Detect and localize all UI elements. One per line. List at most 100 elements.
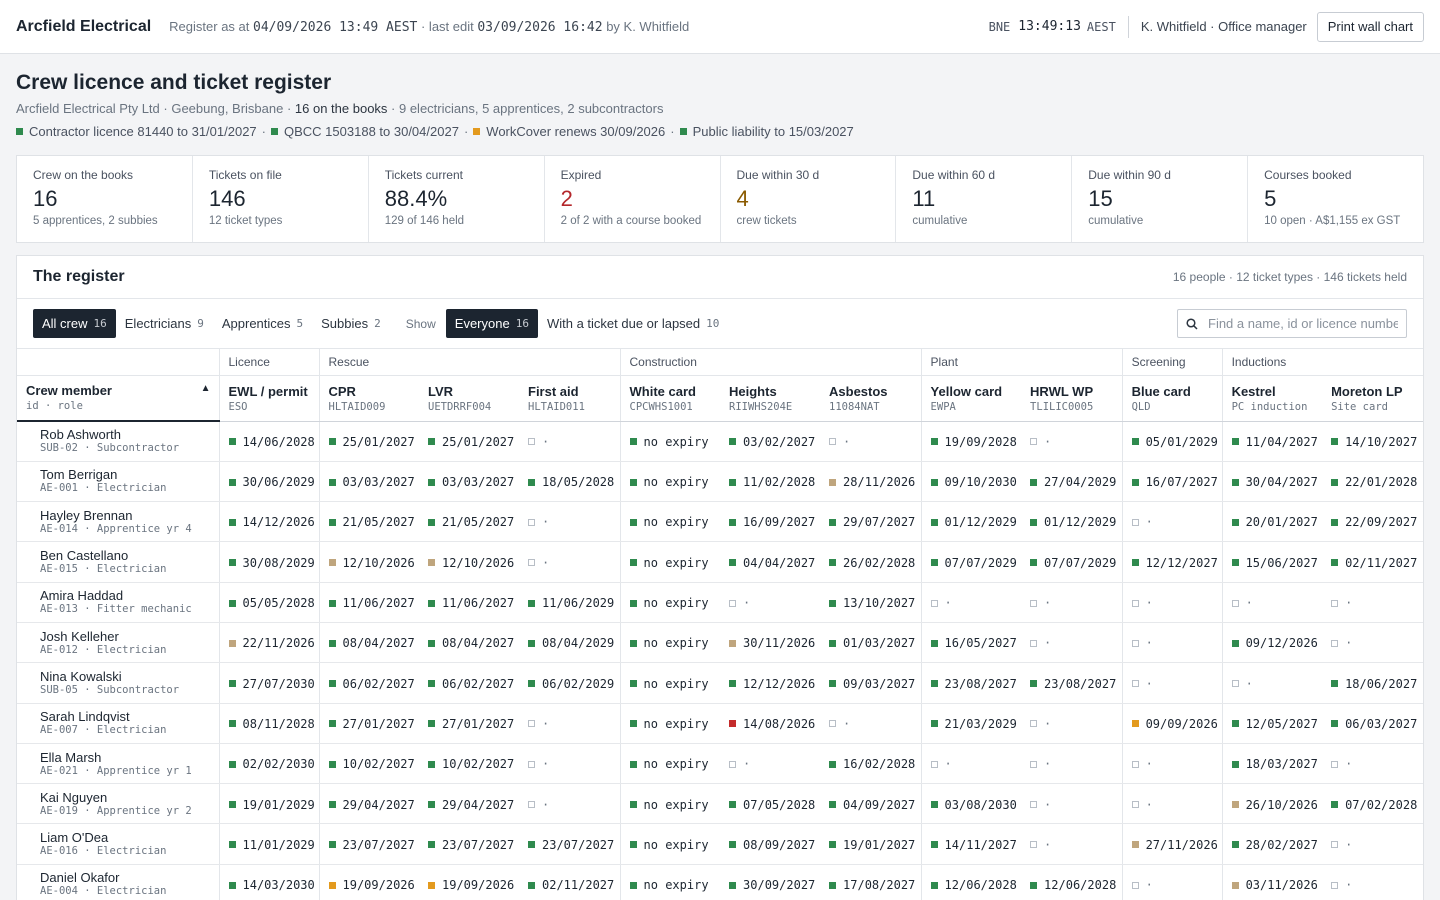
ticket-cell[interactable]: 29/04/2027: [419, 783, 519, 825]
table-row[interactable]: Liam O'Dea AE-016 · Electrician 11/01/2029…: [17, 823, 1424, 865]
ticket-cell[interactable]: 09/12/2026: [1221, 622, 1323, 664]
ticket-cell[interactable]: ·: [1021, 823, 1123, 865]
ticket-cell[interactable]: 27/11/2026: [1121, 823, 1223, 865]
ticket-cell[interactable]: 17/08/2027: [820, 864, 922, 900]
ticket-cell[interactable]: ·: [820, 421, 922, 462]
ticket-cell[interactable]: ·: [720, 743, 821, 785]
ticket-cell[interactable]: 27/07/2030: [219, 662, 319, 704]
ticket-cell[interactable]: 08/09/2027: [720, 823, 821, 865]
ticket-cell[interactable]: 30/08/2029: [219, 541, 319, 583]
show-filter-chip[interactable]: With a ticket due or lapsed 10: [538, 309, 728, 338]
ticket-cell[interactable]: 04/04/2027: [720, 541, 821, 583]
ticket-cell[interactable]: 05/05/2028: [219, 582, 319, 623]
ticket-cell[interactable]: ·: [1121, 662, 1223, 704]
ticket-cell[interactable]: 23/07/2027: [519, 823, 621, 865]
ticket-cell[interactable]: ·: [1121, 582, 1223, 623]
ticket-cell[interactable]: 18/05/2028: [519, 461, 621, 503]
ticket-cell[interactable]: 06/02/2027: [318, 662, 419, 704]
ticket-column-header[interactable]: EWL / permit ESO: [218, 375, 319, 422]
ticket-column-header[interactable]: Heights RIIWHS204E: [720, 375, 821, 422]
ticket-cell[interactable]: no expiry: [619, 622, 721, 664]
ticket-cell[interactable]: ·: [1021, 421, 1123, 462]
ticket-cell[interactable]: ·: [820, 703, 922, 744]
table-row[interactable]: Ben Castellano AE-015 · Electrician 30/08/…: [17, 541, 1424, 583]
ticket-cell[interactable]: ·: [1121, 743, 1223, 785]
ticket-cell[interactable]: 18/06/2027: [1322, 662, 1424, 704]
ticket-cell[interactable]: 29/04/2027: [318, 783, 419, 825]
ticket-cell[interactable]: 03/08/2030: [920, 783, 1022, 825]
role-filter-chip[interactable]: Electricians 9: [116, 309, 213, 338]
ticket-cell[interactable]: 28/02/2027: [1221, 823, 1323, 865]
ticket-cell[interactable]: 16/09/2027: [720, 501, 821, 543]
ticket-cell[interactable]: 11/02/2028: [720, 461, 821, 503]
table-row[interactable]: Sarah Lindqvist AE-007 · Electrician 08/11…: [17, 703, 1424, 744]
table-row[interactable]: Kai Nguyen AE-019 · Apprentice yr 2 19/01/…: [17, 783, 1424, 825]
table-row[interactable]: Nina Kowalski SUB-05 · Subcontractor 27/07…: [17, 662, 1424, 704]
ticket-cell[interactable]: 18/03/2027: [1221, 743, 1323, 785]
ticket-cell[interactable]: ·: [519, 743, 621, 785]
crew-member-cell[interactable]: Ben Castellano AE-015 · Electrician: [17, 541, 220, 583]
ticket-cell[interactable]: 27/04/2029: [1021, 461, 1123, 503]
ticket-cell[interactable]: 27/01/2027: [318, 703, 419, 744]
ticket-cell[interactable]: ·: [920, 743, 1022, 785]
ticket-column-header[interactable]: CPR HLTAID009: [318, 375, 419, 422]
ticket-column-header[interactable]: Asbestos 11084NAT: [820, 375, 922, 422]
ticket-cell[interactable]: ·: [519, 501, 621, 543]
ticket-cell[interactable]: 14/12/2026: [219, 501, 319, 543]
ticket-cell[interactable]: 12/10/2026: [318, 541, 419, 583]
role-filter-chip[interactable]: Subbies 2: [312, 309, 390, 338]
show-filter-chip[interactable]: Everyone 16: [445, 309, 538, 338]
ticket-cell[interactable]: ·: [1121, 783, 1223, 825]
ticket-cell[interactable]: 23/08/2027: [920, 662, 1022, 704]
ticket-cell[interactable]: 25/01/2027: [419, 421, 519, 462]
current-user[interactable]: K. Whitfield · Office manager: [1141, 19, 1307, 34]
ticket-column-header[interactable]: LVR UETDRRF004: [419, 375, 519, 422]
ticket-cell[interactable]: 12/06/2028: [1021, 864, 1123, 900]
ticket-cell[interactable]: 19/09/2026: [419, 864, 519, 900]
ticket-cell[interactable]: 21/05/2027: [419, 501, 519, 543]
ticket-cell[interactable]: 01/12/2029: [920, 501, 1022, 543]
ticket-cell[interactable]: ·: [519, 421, 621, 462]
ticket-cell[interactable]: 26/10/2026: [1221, 783, 1323, 825]
ticket-cell[interactable]: ·: [519, 783, 621, 825]
ticket-cell[interactable]: 03/03/2027: [318, 461, 419, 503]
ticket-cell[interactable]: 16/07/2027: [1121, 461, 1223, 503]
ticket-column-header[interactable]: Moreton LP Site card: [1322, 375, 1424, 422]
ticket-cell[interactable]: 09/09/2026: [1121, 703, 1223, 744]
ticket-cell[interactable]: 11/06/2027: [318, 582, 419, 623]
ticket-cell[interactable]: 14/03/2030: [219, 864, 319, 900]
ticket-cell[interactable]: 03/02/2027: [720, 421, 821, 462]
ticket-cell[interactable]: 15/06/2027: [1221, 541, 1323, 583]
ticket-cell[interactable]: ·: [1322, 823, 1424, 865]
ticket-cell[interactable]: ·: [1021, 743, 1123, 785]
ticket-cell[interactable]: 30/11/2026: [720, 622, 821, 664]
ticket-cell[interactable]: 11/01/2029: [219, 823, 319, 865]
ticket-cell[interactable]: ·: [1121, 622, 1223, 664]
ticket-cell[interactable]: 22/09/2027: [1322, 501, 1424, 543]
ticket-cell[interactable]: no expiry: [619, 783, 721, 825]
ticket-cell[interactable]: 02/11/2027: [1322, 541, 1424, 583]
ticket-cell[interactable]: 14/08/2026: [720, 703, 821, 744]
ticket-cell[interactable]: 23/07/2027: [318, 823, 419, 865]
ticket-cell[interactable]: no expiry: [619, 864, 721, 900]
crew-member-cell[interactable]: Amira Haddad AE-013 · Fitter mechanic: [17, 582, 220, 623]
table-row[interactable]: Josh Kelleher AE-012 · Electrician 22/11/2…: [17, 622, 1424, 664]
ticket-cell[interactable]: 22/01/2028: [1322, 461, 1424, 503]
ticket-cell[interactable]: ·: [1121, 501, 1223, 543]
ticket-cell[interactable]: 20/01/2027: [1221, 501, 1323, 543]
crew-member-cell[interactable]: Nina Kowalski SUB-05 · Subcontractor: [17, 662, 220, 704]
ticket-cell[interactable]: no expiry: [619, 743, 721, 785]
ticket-cell[interactable]: no expiry: [619, 501, 721, 543]
ticket-cell[interactable]: ·: [1021, 703, 1123, 744]
ticket-cell[interactable]: ·: [720, 582, 821, 623]
ticket-cell[interactable]: no expiry: [619, 461, 721, 503]
ticket-cell[interactable]: 05/01/2029: [1121, 421, 1223, 462]
crew-member-cell[interactable]: Hayley Brennan AE-014 · Apprentice yr 4: [17, 501, 220, 543]
crew-member-cell[interactable]: Liam O'Dea AE-016 · Electrician: [17, 823, 220, 865]
ticket-cell[interactable]: 22/11/2026: [219, 622, 319, 664]
ticket-column-header[interactable]: Blue card QLD: [1121, 375, 1223, 422]
ticket-cell[interactable]: no expiry: [619, 421, 721, 462]
ticket-cell[interactable]: 12/10/2026: [419, 541, 519, 583]
ticket-cell[interactable]: 06/02/2027: [419, 662, 519, 704]
role-filter-chip[interactable]: Apprentices 5: [213, 309, 312, 338]
